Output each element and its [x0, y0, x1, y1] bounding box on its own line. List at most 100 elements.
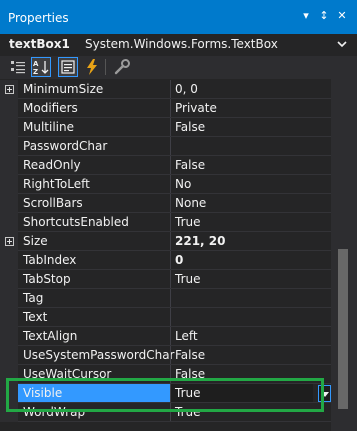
vertical-scrollbar[interactable] [331, 79, 357, 431]
property-value[interactable]: False [175, 367, 205, 381]
property-name: ScrollBars [23, 196, 83, 210]
column-divider[interactable] [170, 137, 171, 156]
value-dropdown-button[interactable] [318, 385, 331, 402]
property-row-text[interactable]: Text [0, 308, 331, 327]
property-pages-button[interactable] [112, 57, 132, 77]
row-gutter [0, 403, 18, 422]
property-row-modifiers[interactable]: Modifiers Private [0, 99, 331, 118]
property-row-size[interactable]: Size 221, 20 [0, 232, 331, 251]
object-selector[interactable]: textBox1 System.Windows.Forms.TextBox [0, 34, 357, 56]
row-separator [18, 421, 331, 422]
column-divider[interactable] [170, 156, 171, 175]
property-row-readonly[interactable]: ReadOnly False [0, 156, 331, 175]
property-value[interactable]: False [175, 120, 205, 134]
property-value[interactable]: True [175, 405, 201, 419]
property-name: UseSystemPasswordChar [23, 348, 175, 362]
alphabetical-button[interactable]: A Z [31, 57, 51, 77]
property-row-tag[interactable]: Tag [0, 289, 331, 308]
scrollbar-thumb[interactable] [338, 249, 348, 409]
column-divider[interactable] [170, 80, 171, 99]
property-name: UseWaitCursor [23, 367, 112, 381]
property-name: Visible [23, 386, 63, 400]
column-divider[interactable] [170, 99, 171, 118]
property-row-visible[interactable]: Visible True [0, 384, 331, 403]
column-divider[interactable] [170, 403, 171, 422]
svg-text:A: A [33, 60, 39, 68]
property-name: TabIndex [23, 253, 77, 267]
column-divider[interactable] [170, 346, 171, 365]
property-value[interactable]: Left [175, 329, 198, 343]
window-position-dropdown-icon[interactable]: ▾ [299, 8, 313, 24]
window-title: Properties [8, 11, 69, 25]
property-row-multiline[interactable]: Multiline False [0, 118, 331, 137]
column-divider[interactable] [170, 308, 171, 327]
column-divider[interactable] [170, 384, 171, 403]
close-icon[interactable]: ✕ [335, 8, 349, 24]
row-gutter [0, 156, 18, 175]
column-divider[interactable] [170, 270, 171, 289]
categorized-icon [11, 61, 25, 74]
property-value[interactable]: No [175, 177, 191, 191]
column-divider[interactable] [170, 213, 171, 232]
column-divider[interactable] [170, 194, 171, 213]
object-name: textBox1 [9, 37, 70, 51]
property-value[interactable]: False [175, 158, 205, 172]
row-gutter [0, 346, 18, 365]
property-name: TabStop [23, 272, 71, 286]
properties-button[interactable] [58, 57, 78, 77]
property-name: Modifiers [23, 101, 78, 115]
row-gutter [0, 289, 18, 308]
column-divider[interactable] [170, 365, 171, 384]
property-row-tabindex[interactable]: TabIndex 0 [0, 251, 331, 270]
property-value[interactable]: Private [175, 101, 217, 115]
row-gutter [0, 308, 18, 327]
property-row-usesystempasswordchar[interactable]: UseSystemPasswordChar False [0, 346, 331, 365]
property-value[interactable]: 0, 0 [175, 82, 198, 96]
row-gutter [0, 194, 18, 213]
row-gutter [0, 213, 18, 232]
chevron-down-icon[interactable] [334, 36, 350, 52]
row-gutter [0, 175, 18, 194]
object-type: System.Windows.Forms.TextBox [85, 37, 278, 51]
property-name: PasswordChar [23, 139, 108, 153]
alphabetical-icon: A Z [33, 60, 49, 76]
property-row-righttoleft[interactable]: RightToLeft No [0, 175, 331, 194]
property-value[interactable]: True [175, 215, 201, 229]
row-gutter [0, 137, 18, 156]
column-divider[interactable] [170, 232, 171, 251]
property-row-minimumsize[interactable]: MinimumSize 0, 0 [0, 80, 331, 99]
column-divider[interactable] [170, 175, 171, 194]
column-divider[interactable] [170, 251, 171, 270]
property-value[interactable]: 0 [175, 253, 183, 267]
property-value[interactable]: False [175, 348, 205, 362]
events-button[interactable] [82, 57, 102, 77]
categorized-button[interactable] [8, 57, 28, 77]
column-divider[interactable] [170, 289, 171, 308]
property-value[interactable]: 221, 20 [175, 234, 225, 248]
property-row-textalign[interactable]: TextAlign Left [0, 327, 331, 346]
property-name: Multiline [23, 120, 74, 134]
property-name: Size [23, 234, 48, 248]
column-divider[interactable] [170, 327, 171, 346]
property-row-tabstop[interactable]: TabStop True [0, 270, 331, 289]
row-gutter [0, 327, 18, 346]
property-row-wordwrap[interactable]: WordWrap True [0, 403, 331, 422]
properties-icon [61, 60, 75, 74]
column-divider[interactable] [170, 118, 171, 137]
auto-hide-pin-icon[interactable]: ↕ [317, 8, 331, 24]
property-name: MinimumSize [23, 82, 104, 96]
property-value[interactable]: True [175, 386, 201, 400]
row-gutter [0, 384, 18, 403]
row-gutter [0, 251, 18, 270]
property-row-scrollbars[interactable]: ScrollBars None [0, 194, 331, 213]
property-row-passwordchar[interactable]: PasswordChar [0, 137, 331, 156]
property-name: TextAlign [23, 329, 78, 343]
property-name: ReadOnly [23, 158, 81, 172]
expand-plus-icon[interactable] [5, 85, 14, 94]
property-value[interactable]: True [175, 272, 201, 286]
expand-plus-icon[interactable] [5, 237, 14, 246]
row-gutter [0, 118, 18, 137]
property-row-usewaitcursor[interactable]: UseWaitCursor False [0, 365, 331, 384]
property-row-shortcutsenabled[interactable]: ShortcutsEnabled True [0, 213, 331, 232]
property-value[interactable]: None [175, 196, 206, 210]
